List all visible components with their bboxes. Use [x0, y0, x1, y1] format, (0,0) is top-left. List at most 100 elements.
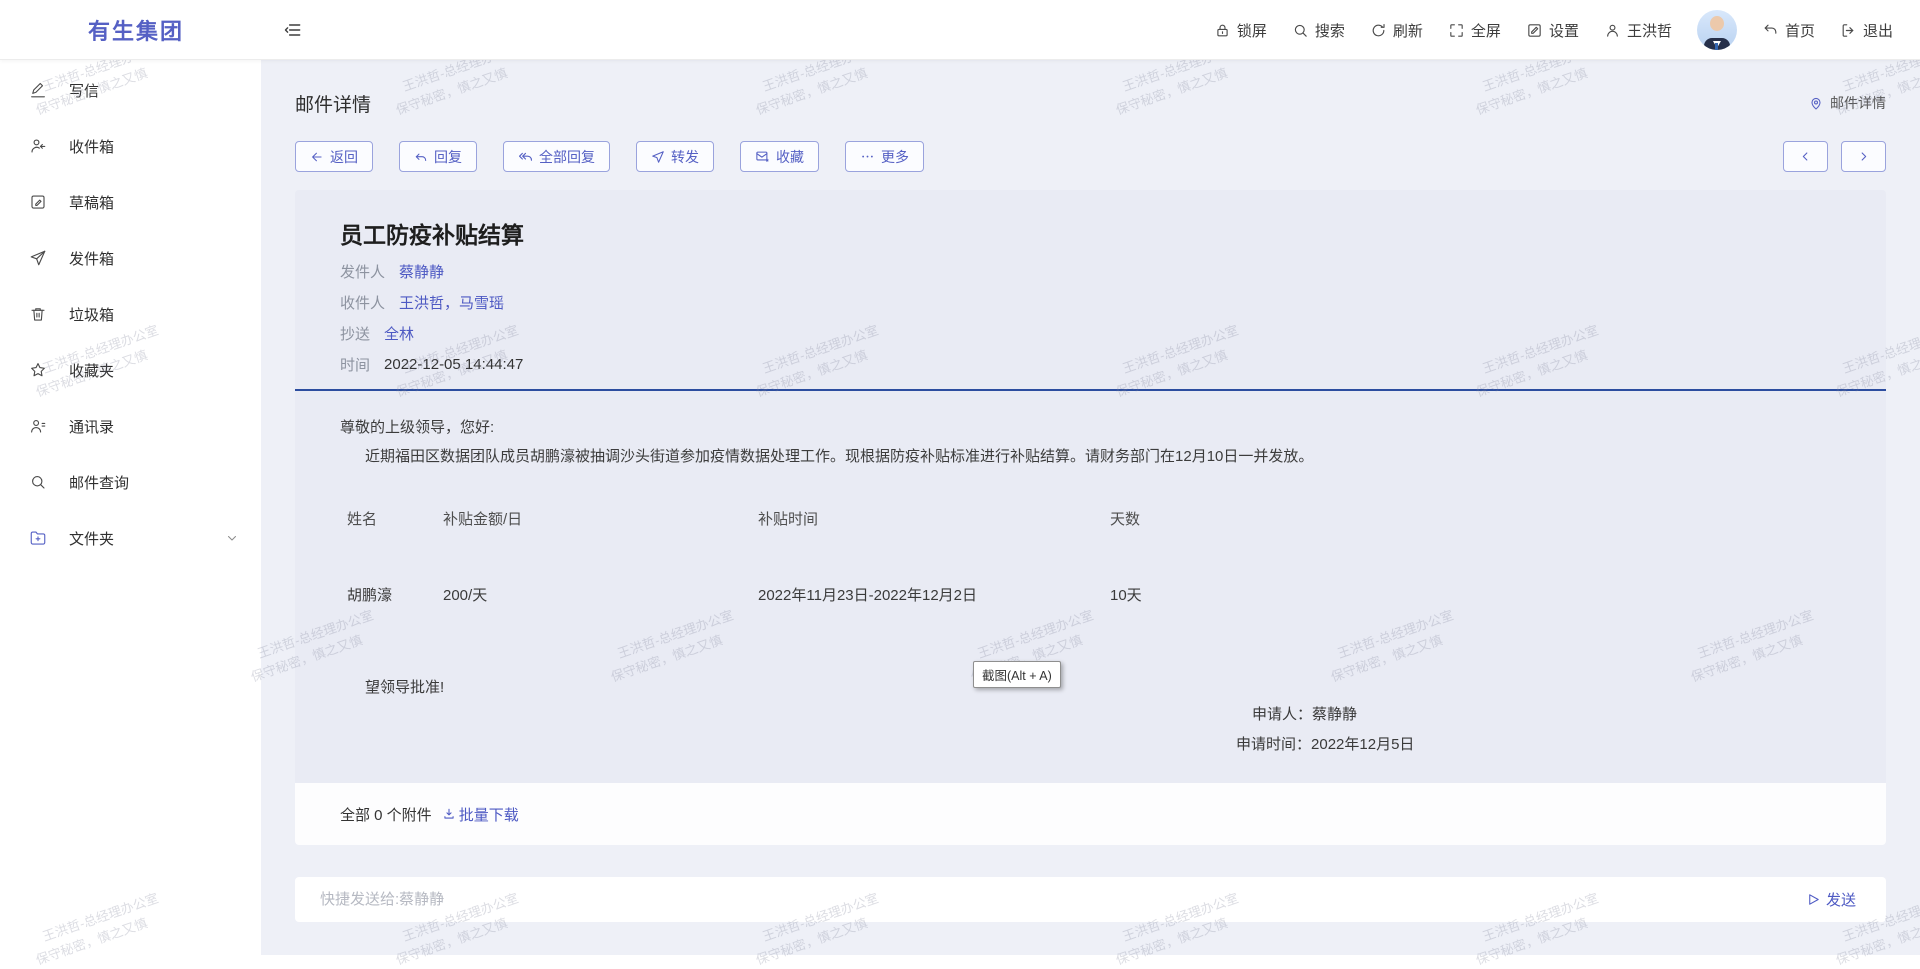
search-button[interactable]: 搜索 [1292, 20, 1345, 41]
settings-label: 设置 [1549, 20, 1579, 41]
sidebar-item-favorites[interactable]: 收藏夹 [0, 342, 261, 398]
reply-label: 回复 [434, 147, 462, 167]
app-header: 有生集团 锁屏 搜索 刷新 [0, 0, 1920, 60]
home-button[interactable]: 首页 [1762, 20, 1815, 41]
send-label: 发送 [1826, 889, 1856, 910]
mail-subject: 员工防疫补贴结算 [340, 216, 524, 250]
page-title: 邮件详情 [295, 90, 371, 117]
cell-amount: 200/天 [443, 584, 487, 605]
more-label: 更多 [881, 147, 909, 167]
settings-button[interactable]: 设置 [1526, 20, 1579, 41]
apply-date-line: 申请时间：2022年12月5日 [1236, 733, 1414, 754]
reply-icon [414, 150, 428, 164]
logout-icon [1840, 22, 1857, 39]
current-user-button[interactable]: 王洪哲 [1604, 20, 1672, 41]
attachments-summary: 全部 0 个附件 [340, 804, 432, 825]
search-label: 搜索 [1315, 20, 1345, 41]
sidebar-item-sent[interactable]: 发件箱 [0, 230, 261, 286]
col-amount: 补贴金额/日 [443, 508, 522, 529]
forward-button[interactable]: 转发 [636, 141, 714, 172]
cc-value[interactable]: 全林 [384, 323, 414, 344]
sent-icon [29, 249, 47, 267]
cell-period: 2022年11月23日-2022年12月2日 [758, 584, 977, 605]
meta-from-row: 发件人 蔡静静 [340, 256, 523, 287]
batch-download-link[interactable]: 批量下载 [442, 804, 519, 825]
logout-button[interactable]: 退出 [1840, 20, 1893, 41]
reply-all-label: 全部回复 [539, 147, 595, 167]
refresh-icon [1370, 22, 1387, 39]
trash-icon [29, 305, 47, 323]
sidebar-item-label: 收件箱 [69, 136, 114, 157]
brand-logo: 有生集团 [88, 0, 184, 60]
chevron-down-icon[interactable] [225, 531, 239, 545]
fullscreen-button[interactable]: 全屏 [1448, 20, 1501, 41]
home-label: 首页 [1785, 20, 1815, 41]
to-value[interactable]: 王洪哲，马雪瑶 [399, 292, 504, 313]
sidebar-item-label: 草稿箱 [69, 192, 114, 213]
home-icon [1762, 22, 1779, 39]
meta-cc-row: 抄送 全林 [340, 318, 523, 349]
send-button[interactable]: 发送 [1806, 889, 1856, 910]
from-label: 发件人 [340, 261, 385, 282]
applicant-label: 申请人： [1252, 706, 1312, 723]
chevron-right-icon [1857, 150, 1870, 163]
more-button[interactable]: 更多 [845, 141, 924, 172]
meta-to-row: 收件人 王洪哲，马雪瑶 [340, 287, 523, 318]
sidebar-item-mail-search[interactable]: 邮件查询 [0, 454, 261, 510]
collapse-sidebar-icon[interactable] [283, 20, 303, 40]
sidebar-item-folders[interactable]: 文件夹 [0, 510, 261, 566]
mail-pager [1783, 141, 1886, 172]
sidebar-item-trash[interactable]: 垃圾箱 [0, 286, 261, 342]
breadcrumb-label: 邮件详情 [1830, 93, 1886, 113]
sidebar-item-label: 文件夹 [69, 528, 114, 549]
quick-send-input[interactable] [320, 891, 1806, 908]
sidebar-item-drafts[interactable]: 草稿箱 [0, 174, 261, 230]
star-icon [29, 361, 47, 379]
applicant-line: 申请人：蔡静静 [1252, 703, 1357, 724]
apply-date-value: 2022年12月5日 [1311, 736, 1414, 753]
prev-mail-button[interactable] [1783, 141, 1828, 172]
current-user-name: 王洪哲 [1627, 20, 1672, 41]
sidebar-item-contacts[interactable]: 通讯录 [0, 398, 261, 454]
user-avatar[interactable] [1697, 10, 1737, 50]
sidebar-item-label: 收藏夹 [69, 360, 114, 381]
refresh-button[interactable]: 刷新 [1370, 20, 1423, 41]
sidebar-item-label: 写信 [69, 80, 99, 101]
forward-icon [651, 150, 665, 164]
sidebar-item-inbox[interactable]: 收件箱 [0, 118, 261, 174]
user-icon [1604, 22, 1621, 39]
forward-label: 转发 [671, 147, 699, 167]
sidebar-item-label: 垃圾箱 [69, 304, 114, 325]
mail-meta: 发件人 蔡静静 收件人 王洪哲，马雪瑶 抄送 全林 时间 2022-12-05 … [340, 256, 523, 380]
time-value: 2022-12-05 14:44:47 [384, 356, 523, 373]
attachments-bar: 全部 0 个附件 批量下载 [295, 783, 1886, 845]
cc-label: 抄送 [340, 323, 370, 344]
fullscreen-icon [1448, 22, 1465, 39]
logout-label: 退出 [1863, 20, 1893, 41]
send-icon [1806, 892, 1821, 907]
sidebar: 写信 收件箱 草稿箱 发件箱 [0, 60, 261, 969]
next-mail-button[interactable] [1841, 141, 1886, 172]
avatar-tie [1715, 43, 1718, 50]
time-label: 时间 [340, 354, 370, 375]
lock-screen-button[interactable]: 锁屏 [1214, 20, 1267, 41]
reply-all-button[interactable]: 全部回复 [503, 141, 610, 172]
location-pin-icon [1808, 95, 1824, 111]
mail-search-icon [29, 473, 47, 491]
settings-icon [1526, 22, 1543, 39]
mail-toolbar: 返回 回复 全部回复 转发 收藏 [295, 141, 924, 172]
download-icon [442, 807, 456, 821]
compose-icon [29, 81, 47, 99]
breadcrumb: 邮件详情 [1808, 93, 1886, 113]
favorite-button[interactable]: 收藏 [740, 141, 819, 172]
back-button[interactable]: 返回 [295, 141, 373, 172]
sidebar-item-compose[interactable]: 写信 [0, 62, 261, 118]
back-arrow-icon [310, 150, 324, 164]
from-value[interactable]: 蔡静静 [399, 261, 444, 282]
reply-button[interactable]: 回复 [399, 141, 477, 172]
envelope-star-icon [755, 149, 770, 164]
folder-plus-icon [29, 529, 47, 547]
lock-screen-label: 锁屏 [1237, 20, 1267, 41]
back-label: 返回 [330, 147, 358, 167]
drafts-icon [29, 193, 47, 211]
